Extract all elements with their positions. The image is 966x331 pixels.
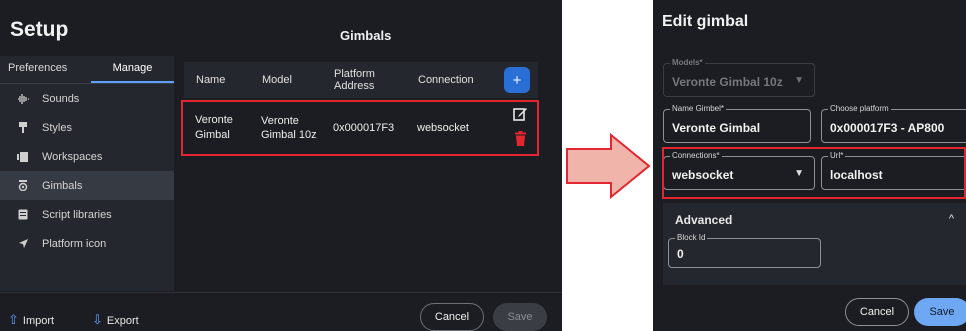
models-value: Veronte Gimbal 10z [672, 75, 783, 89]
sidebar-item-label: Gimbals [42, 179, 83, 192]
column-header-connection: Connection [418, 74, 474, 86]
column-header-model: Model [262, 74, 292, 86]
gimbal-icon [14, 180, 32, 191]
setup-sidebar: Preferences Manage Sounds Styles Workspa… [0, 56, 174, 291]
name-gimbal-field[interactable]: Name Gimbel* Veronte Gimbal [663, 104, 811, 143]
sidebar-item-script-libraries[interactable]: Script libraries [0, 200, 174, 229]
sidebar-item-label: Script libraries [42, 208, 112, 221]
workspace-icon [14, 151, 32, 162]
sidebar-item-platform-icon[interactable]: Platform icon [0, 229, 174, 258]
table-header: Name Model Platform Address Connection + [184, 62, 538, 98]
name-gimbal-value: Veronte Gimbal [672, 121, 761, 135]
block-id-label: Block Id [675, 233, 708, 242]
block-id-field[interactable]: Block Id 0 [668, 233, 821, 268]
sidebar-item-label: Workspaces [42, 150, 103, 163]
block-id-value: 0 [677, 247, 684, 261]
sidebar-item-label: Platform icon [42, 237, 107, 250]
platform-value: 0x000017F3 - AP800 [830, 121, 945, 135]
tab-manage[interactable]: Manage [91, 56, 174, 83]
platform-label: Choose platform [828, 104, 891, 113]
add-gimbal-button[interactable]: + [504, 67, 530, 93]
platform-select[interactable]: Choose platform 0x000017F3 - AP800 [821, 104, 966, 143]
setup-title: Setup [10, 18, 69, 41]
download-icon: ⇩ [92, 312, 103, 327]
models-select[interactable]: Models* Veronte Gimbal 10z ▼ [663, 58, 815, 97]
gimbals-title: Gimbals [340, 28, 392, 43]
gimbals-table: Name Model Platform Address Connection +… [181, 62, 539, 156]
export-button[interactable]: ⇩ Export [92, 312, 139, 328]
table-row[interactable]: Veronte Gimbal Veronte Gimbal 10z 0x0000… [181, 100, 539, 156]
sidebar-item-workspaces[interactable]: Workspaces [0, 142, 174, 171]
export-label: Export [106, 315, 139, 327]
footer-divider [0, 292, 562, 293]
import-button[interactable]: ⇧ Import [8, 312, 54, 328]
cell-model: Veronte Gimbal 10z [261, 114, 317, 141]
edit-save-button[interactable]: Save [914, 298, 966, 326]
advanced-section: Advanced ^ Block Id 0 [663, 203, 966, 285]
cancel-button[interactable]: Cancel [420, 303, 484, 331]
navigation-arrow-icon [14, 238, 32, 249]
import-label: Import [22, 315, 55, 327]
save-button[interactable]: Save [493, 303, 547, 331]
transition-arrow-icon [566, 133, 651, 199]
cell-connection: websocket [417, 122, 469, 134]
cell-address: 0x000017F3 [333, 122, 395, 134]
setup-dialog: Setup Gimbals Preferences Manage Sounds … [0, 0, 562, 331]
name-gimbal-label: Name Gimbel* [670, 104, 727, 113]
edit-icon[interactable] [513, 106, 528, 125]
script-icon [14, 209, 32, 220]
sidebar-item-label: Styles [42, 121, 72, 134]
tab-preferences[interactable]: Preferences [0, 56, 91, 83]
delete-icon[interactable] [514, 131, 527, 150]
column-header-name: Name [196, 74, 226, 86]
row-actions [501, 106, 528, 150]
upload-icon: ⇧ [8, 312, 19, 327]
sidebar-item-gimbals[interactable]: Gimbals [0, 171, 174, 200]
chevron-down-icon: ▼ [794, 75, 804, 86]
sidebar-item-styles[interactable]: Styles [0, 113, 174, 142]
sidebar-tabs: Preferences Manage [0, 56, 174, 84]
sidebar-item-sounds[interactable]: Sounds [0, 84, 174, 113]
edit-gimbal-title: Edit gimbal [662, 13, 749, 30]
column-header-platform-address: Platform Address [334, 68, 375, 92]
cell-name: Veronte Gimbal [195, 114, 233, 141]
advanced-title[interactable]: Advanced [675, 213, 732, 227]
chevron-up-icon[interactable]: ^ [949, 213, 954, 225]
models-label: Models* [670, 58, 705, 67]
brush-icon [14, 122, 32, 133]
edit-cancel-button[interactable]: Cancel [845, 298, 909, 326]
connections-highlight [662, 147, 966, 199]
waveform-icon [14, 93, 32, 104]
sidebar-item-label: Sounds [42, 92, 80, 105]
